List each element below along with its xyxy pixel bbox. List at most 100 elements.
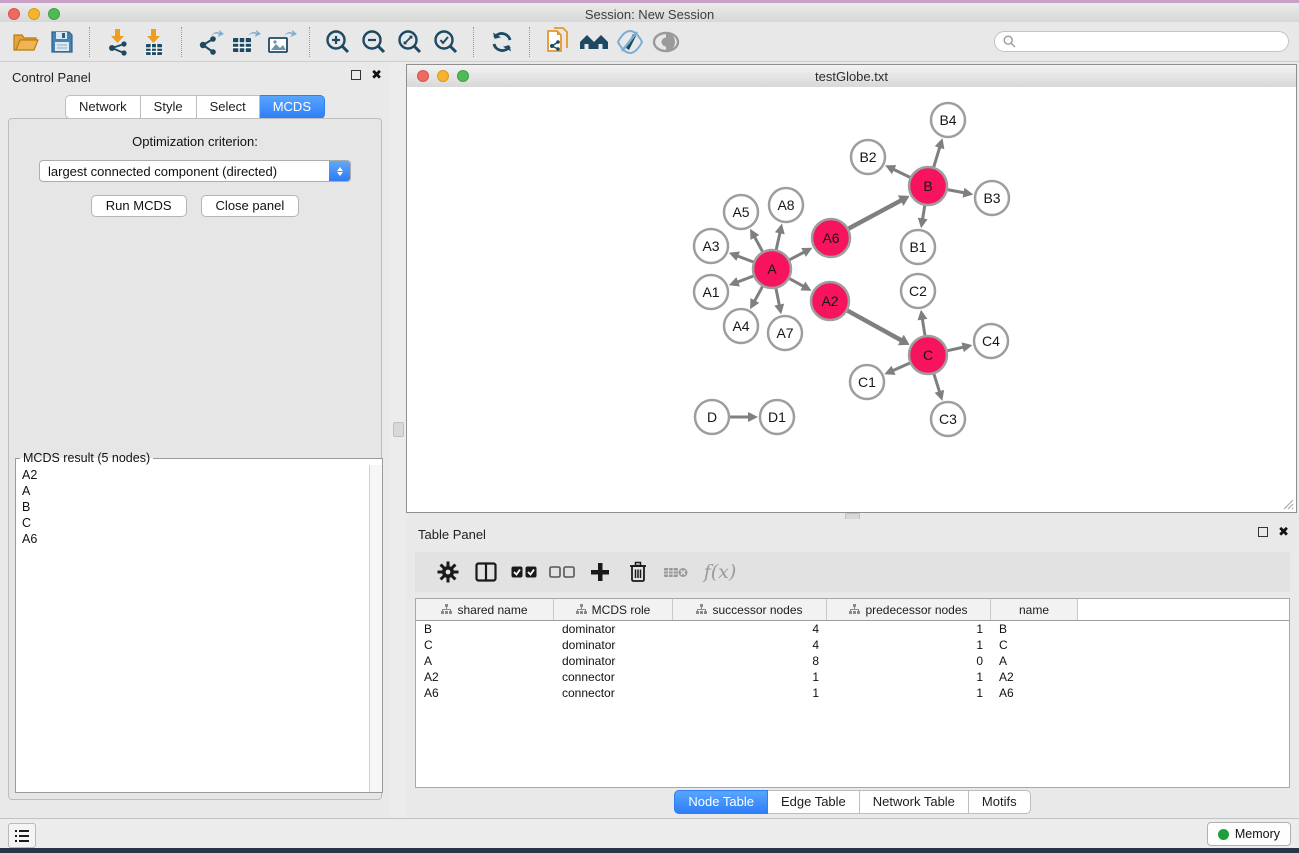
mcds-result-list[interactable]: A2ABCA6 <box>16 465 370 792</box>
column-header-shared-name[interactable]: shared name <box>416 599 554 620</box>
table-cell[interactable]: connector <box>554 669 673 685</box>
table-cell[interactable]: dominator <box>554 637 673 653</box>
column-header-predecessor-nodes[interactable]: predecessor nodes <box>827 599 991 620</box>
table-row[interactable]: A6connector11A6 <box>416 685 1289 701</box>
search-box[interactable] <box>994 31 1289 52</box>
splitter-grip[interactable] <box>393 422 404 437</box>
control-panel-title: Control Panel <box>12 70 91 85</box>
delete-column-icon[interactable] <box>619 556 657 588</box>
table-cell[interactable]: 0 <box>827 653 991 669</box>
table-cell[interactable]: 4 <box>673 621 827 637</box>
network-canvas[interactable]: B4B2BB3A8A5A6A3B1AA1C2A2A4A7C4CC1DD1C3 <box>407 87 1296 512</box>
float-panel-icon[interactable] <box>351 70 361 80</box>
add-column-icon[interactable] <box>581 556 619 588</box>
table-cell[interactable]: B <box>991 621 1078 637</box>
result-scrollbar[interactable] <box>369 465 382 792</box>
cybrowser-icon[interactable] <box>576 26 612 58</box>
table-cell[interactable]: dominator <box>554 621 673 637</box>
mcds-result-item[interactable]: A <box>22 483 370 499</box>
table-cell[interactable]: 1 <box>827 621 991 637</box>
save-session-icon[interactable] <box>44 26 80 58</box>
table-row[interactable]: Bdominator41B <box>416 621 1289 637</box>
select-all-icon[interactable] <box>505 556 543 588</box>
column-header-successor-nodes[interactable]: successor nodes <box>673 599 827 620</box>
column-view-icon[interactable] <box>467 556 505 588</box>
mcds-result-item[interactable]: A2 <box>22 467 370 483</box>
table-cell[interactable]: A6 <box>991 685 1078 701</box>
clone-network-icon[interactable] <box>540 26 576 58</box>
show-graphics-icon[interactable] <box>648 26 684 58</box>
export-table-icon[interactable] <box>228 26 264 58</box>
zoom-fit-icon[interactable] <box>392 26 428 58</box>
table-row[interactable]: A2connector11A2 <box>416 669 1289 685</box>
tab-network[interactable]: Network <box>65 95 141 119</box>
criterion-dropdown[interactable]: largest connected component (directed) <box>39 160 351 182</box>
edge-arrowhead-icon <box>775 224 785 235</box>
table-cell[interactable]: 1 <box>673 669 827 685</box>
mcds-result-item[interactable]: C <box>22 515 370 531</box>
search-input[interactable] <box>1016 34 1270 50</box>
table-cell[interactable]: 1 <box>827 685 991 701</box>
import-network-icon[interactable] <box>100 26 136 58</box>
refresh-icon[interactable] <box>484 26 520 58</box>
table-cell[interactable]: 1 <box>827 669 991 685</box>
table-cell[interactable]: C <box>416 637 554 653</box>
graph-edge <box>933 146 940 170</box>
table-cell[interactable]: connector <box>554 685 673 701</box>
table-cell[interactable]: B <box>416 621 554 637</box>
deselect-all-icon[interactable] <box>543 556 581 588</box>
criterion-value: largest connected component (directed) <box>48 164 277 179</box>
resize-grip-icon[interactable] <box>1280 496 1294 510</box>
task-history-button[interactable] <box>8 823 36 848</box>
table-cell[interactable]: 4 <box>673 637 827 653</box>
table-cell[interactable]: 8 <box>673 653 827 669</box>
memory-button[interactable]: Memory <box>1207 822 1291 846</box>
zoom-selected-icon[interactable] <box>428 26 464 58</box>
close-table-panel-icon[interactable]: ✖ <box>1278 527 1289 537</box>
tab-edge-table[interactable]: Edge Table <box>768 790 860 814</box>
mcds-result-item[interactable]: B <box>22 499 370 515</box>
function-builder-icon[interactable]: f(x) <box>695 556 745 588</box>
mcds-result-item[interactable]: A6 <box>22 531 370 547</box>
run-mcds-button[interactable]: Run MCDS <box>91 195 187 217</box>
zoom-out-icon[interactable] <box>356 26 392 58</box>
delete-table-icon[interactable] <box>657 556 695 588</box>
status-bar: Memory <box>0 818 1299 848</box>
tab-network-table[interactable]: Network Table <box>860 790 969 814</box>
tab-style[interactable]: Style <box>141 95 197 119</box>
table-cell[interactable]: A <box>991 653 1078 669</box>
close-panel-button[interactable]: Close panel <box>201 195 300 217</box>
table-cell[interactable]: A2 <box>991 669 1078 685</box>
column-header-MCDS-role[interactable]: MCDS role <box>554 599 673 620</box>
node-table[interactable]: shared nameMCDS rolesuccessor nodesprede… <box>415 598 1290 788</box>
table-row[interactable]: Cdominator41C <box>416 637 1289 653</box>
table-cell[interactable]: dominator <box>554 653 673 669</box>
close-panel-icon[interactable]: ✖ <box>371 70 382 80</box>
settings-gear-icon[interactable] <box>429 556 467 588</box>
table-cell[interactable]: 1 <box>673 685 827 701</box>
tab-motifs[interactable]: Motifs <box>969 790 1031 814</box>
column-header-name[interactable]: name <box>991 599 1078 620</box>
control-panel: Control Panel ✖ NetworkStyleSelectMCDS O… <box>0 62 390 818</box>
import-table-icon[interactable] <box>136 26 172 58</box>
table-panel-title: Table Panel <box>418 527 486 542</box>
vertical-splitter[interactable] <box>390 62 406 818</box>
float-table-panel-icon[interactable] <box>1258 527 1268 537</box>
table-row[interactable]: Adominator80A <box>416 653 1289 669</box>
open-file-icon[interactable] <box>8 26 44 58</box>
table-cell[interactable]: A6 <box>416 685 554 701</box>
tab-select[interactable]: Select <box>197 95 260 119</box>
table-cell[interactable]: C <box>991 637 1078 653</box>
export-image-icon[interactable] <box>264 26 300 58</box>
table-cell[interactable]: 1 <box>827 637 991 653</box>
tab-mcds[interactable]: MCDS <box>260 95 325 119</box>
network-window-titlebar[interactable]: testGlobe.txt <box>407 65 1296 88</box>
hide-annotations-icon[interactable] <box>612 26 648 58</box>
network-graph[interactable]: B4B2BB3A8A5A6A3B1AA1C2A2A4A7C4CC1DD1C3 <box>407 87 1296 513</box>
graph-node-label: A6 <box>822 230 839 246</box>
export-network-icon[interactable] <box>192 26 228 58</box>
tab-node-table[interactable]: Node Table <box>674 790 768 814</box>
table-cell[interactable]: A <box>416 653 554 669</box>
zoom-in-icon[interactable] <box>320 26 356 58</box>
table-cell[interactable]: A2 <box>416 669 554 685</box>
